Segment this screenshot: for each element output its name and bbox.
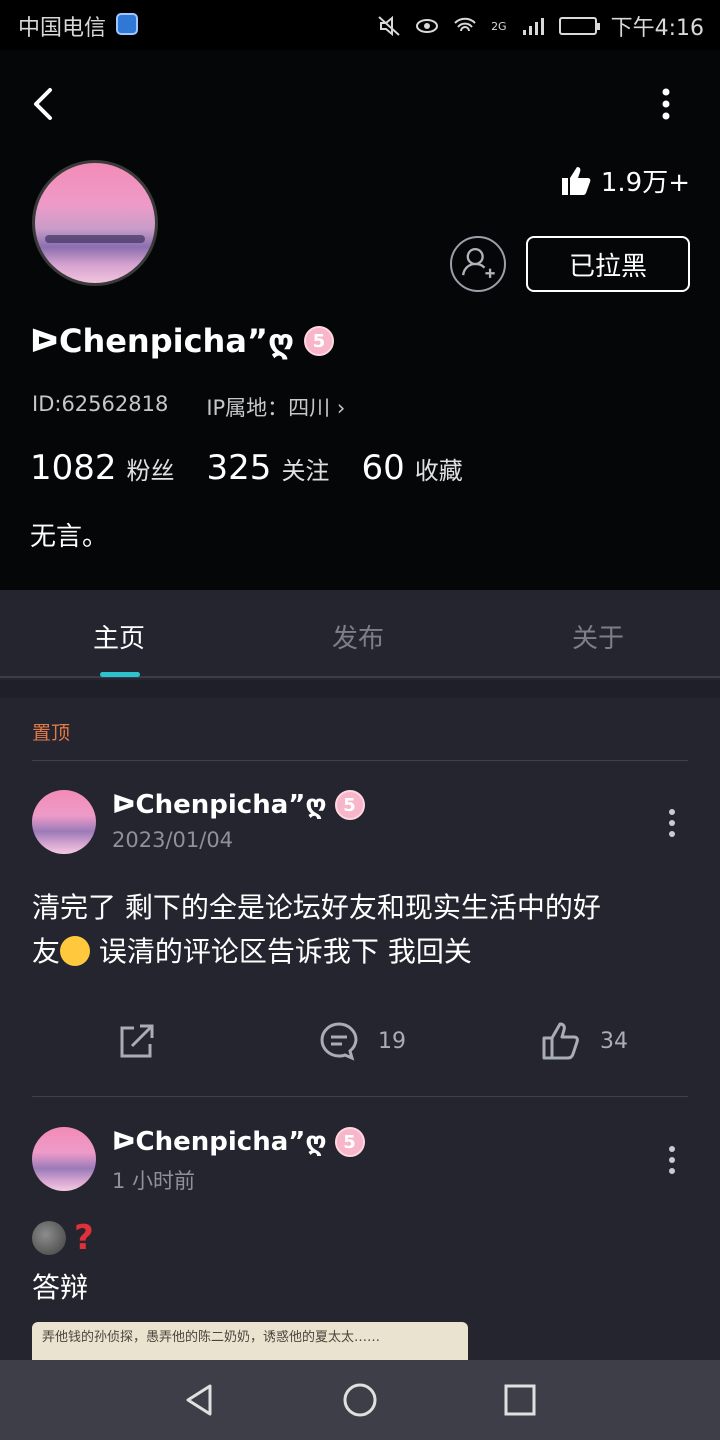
chevron-right-icon: ›: [336, 396, 346, 420]
post-author[interactable]: ᐅChenpicha”ღ 5: [112, 1127, 365, 1157]
laughing-emoji-icon: [60, 936, 91, 966]
add-follow-button[interactable]: [450, 236, 506, 292]
nav-recents-icon[interactable]: [502, 1382, 538, 1418]
profile-header: 1.9万+ 已拉黑 ᐅChenpicha”ღ 5 ID:62562818 IP属…: [0, 50, 720, 590]
post-time: 2023/01/04: [112, 828, 234, 852]
post-text-fragment: 误清的评论区告诉我下 我回关: [90, 935, 472, 968]
comment-button[interactable]: 19: [318, 1020, 406, 1062]
like-count: 34: [600, 1028, 628, 1054]
id-row: ID:62562818 IP属地：四川 ›: [32, 392, 345, 422]
likes-total: 1.9万+: [559, 162, 690, 199]
following-count[interactable]: 325: [207, 448, 272, 488]
wifi-icon: [454, 17, 476, 32]
post-avatar[interactable]: [32, 790, 96, 854]
status-icons: 2G 下午4:16: [377, 10, 704, 42]
post-time: 1 小时前: [112, 1169, 196, 1193]
post-author[interactable]: ᐅChenpicha”ღ 5: [112, 790, 365, 820]
comment-count: 19: [378, 1028, 406, 1054]
blocked-button[interactable]: 已拉黑: [526, 236, 690, 292]
like-button[interactable]: 34: [540, 1020, 628, 1062]
nav-home-icon[interactable]: [342, 1382, 378, 1418]
comment-icon: [320, 1022, 358, 1061]
likes-total-value: 1.9万+: [600, 168, 690, 198]
user-id: ID:62562818: [32, 392, 169, 416]
divider: [32, 1096, 688, 1097]
profile-avatar[interactable]: [32, 160, 158, 286]
post-content[interactable]: 答辩: [32, 1266, 692, 1310]
carrier-label: 中国电信: [18, 16, 107, 41]
thumbs-up-outline-icon: [542, 1022, 579, 1060]
nav-back-icon[interactable]: [182, 1382, 218, 1418]
add-user-icon: [461, 247, 495, 278]
tab-posts[interactable]: 发布: [332, 618, 384, 655]
signal-icon: [522, 18, 544, 35]
battery-icon: [558, 17, 600, 35]
bio: 无言。: [30, 522, 109, 552]
level-badge: 5: [334, 1127, 365, 1157]
favorites-label[interactable]: 收藏: [415, 451, 463, 486]
post-author-name: ᐅChenpicha”ღ: [112, 790, 327, 820]
following-label[interactable]: 关注: [281, 451, 329, 486]
status-bar: 中国电信 2G 下午4:16: [0, 0, 720, 50]
tab-about[interactable]: 关于: [572, 618, 624, 655]
followers-label[interactable]: 粉丝: [127, 451, 175, 486]
shield-icon: [116, 13, 138, 35]
level-badge: 5: [304, 326, 335, 356]
post-image-text: 弄他钱的孙侦探，愚弄他的陈二奶奶，诱惑他的夏太太……: [42, 1330, 381, 1345]
ip-location[interactable]: IP属地：四川 ›: [206, 392, 345, 422]
post-image[interactable]: 弄他钱的孙侦探，愚弄他的陈二奶奶，诱惑他的夏太太……: [32, 1322, 468, 1362]
back-arrow-icon[interactable]: [28, 84, 60, 124]
post-author-name: ᐅChenpicha”ღ: [112, 1127, 327, 1157]
more-vertical-icon[interactable]: [656, 86, 676, 122]
tab-indicator: [100, 672, 140, 677]
profile-name: ᐅChenpicha”ღ 5: [30, 322, 335, 360]
system-nav-bar: [0, 1360, 720, 1440]
stats-row: 1082 粉丝 325 关注 60 收藏: [30, 448, 485, 488]
tab-home[interactable]: 主页: [93, 618, 145, 655]
post-emoji-row: ?: [32, 1218, 94, 1258]
eye-icon: [416, 19, 439, 33]
profile-name-text: ᐅChenpicha”ღ: [30, 322, 295, 360]
followers-count[interactable]: 1082: [30, 448, 117, 488]
post-content[interactable]: 清完了 剩下的全是论坛好友和现实生活中的好 友 误清的评论区告诉我下 我回关: [32, 886, 692, 974]
pinned-label: 置顶: [32, 722, 71, 744]
network-type: 2G: [491, 19, 507, 33]
more-vertical-icon[interactable]: [664, 1145, 680, 1175]
section-gap: [0, 680, 720, 698]
favorites-count[interactable]: 60: [361, 448, 404, 488]
post-text-fragment: 友: [32, 935, 61, 968]
level-badge: 5: [334, 790, 365, 820]
share-icon: [120, 1024, 154, 1058]
post-text-line: 清完了 剩下的全是论坛好友和现实生活中的好: [32, 891, 601, 924]
clock: 下午4:16: [610, 16, 704, 41]
dark-moon-emoji-icon: [32, 1221, 66, 1255]
mute-icon: [378, 15, 400, 37]
share-button[interactable]: [116, 1020, 158, 1062]
thumbs-up-icon: [561, 166, 591, 195]
question-mark-emoji-icon: ?: [74, 1218, 94, 1258]
divider: [32, 760, 688, 761]
post-text-line: 友 误清的评论区告诉我下 我回关: [32, 930, 692, 974]
tab-bar: 主页 发布 关于: [0, 590, 720, 678]
post-avatar[interactable]: [32, 1127, 96, 1191]
more-vertical-icon[interactable]: [664, 808, 680, 838]
